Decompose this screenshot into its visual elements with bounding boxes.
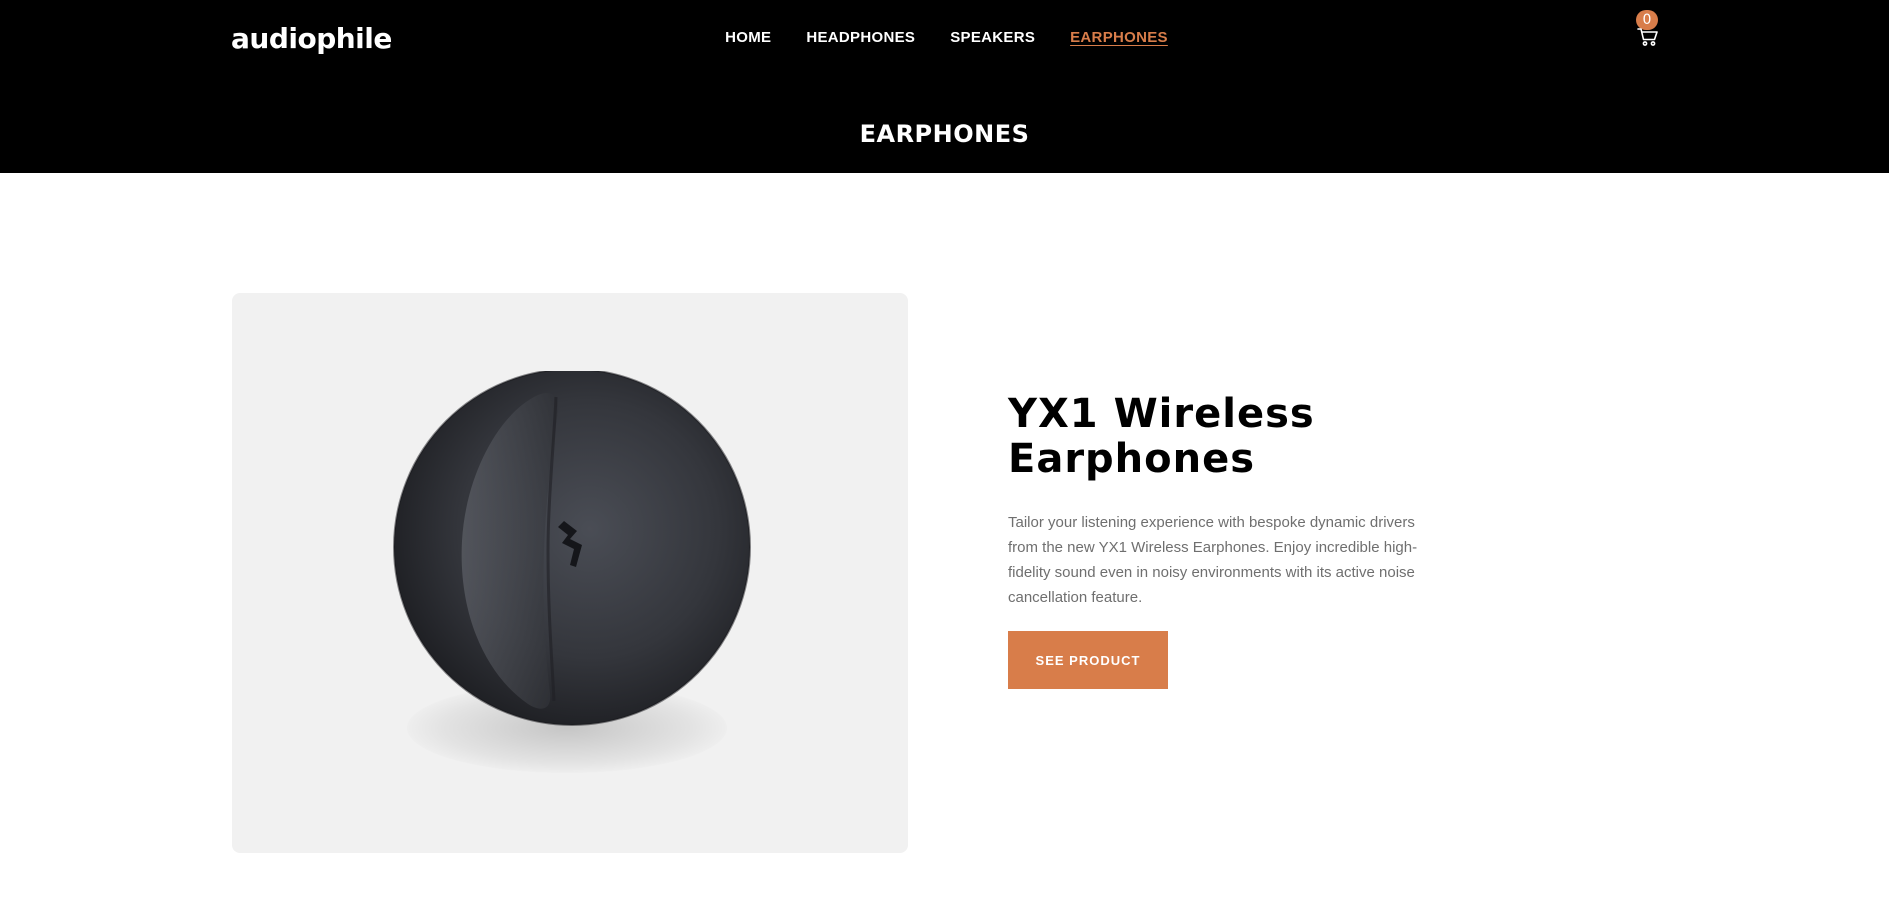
- nav-link-headphones[interactable]: HEADPHONES: [806, 29, 915, 46]
- product-description: Tailor your listening experience with be…: [1008, 514, 1418, 606]
- main-nav: HOME HEADPHONES SPEAKERS EARPHONES: [0, 29, 1889, 46]
- nav-link-speakers[interactable]: SPEAKERS: [950, 29, 1035, 46]
- nav-link-home[interactable]: HOME: [725, 29, 771, 46]
- product-info: YX1 Wireless Earphones Tailor your liste…: [1008, 392, 1458, 689]
- product-image-card: [232, 293, 908, 853]
- nav-link-earphones[interactable]: EARPHONES: [1070, 29, 1168, 46]
- product-title-line2: Earphones: [1008, 436, 1256, 482]
- cart-icon: [1637, 28, 1658, 46]
- product-title: YX1 Wireless Earphones: [1008, 392, 1458, 482]
- product-title-line1: YX1 Wireless: [1008, 391, 1315, 437]
- cart-button[interactable]: 0: [1636, 10, 1662, 50]
- earphone-image: [393, 371, 751, 726]
- page-title: EARPHONES: [859, 120, 1030, 148]
- see-product-button[interactable]: SEE PRODUCT: [1008, 631, 1168, 689]
- site-header: audiophile HOME HEADPHONES SPEAKERS EARP…: [0, 0, 1889, 173]
